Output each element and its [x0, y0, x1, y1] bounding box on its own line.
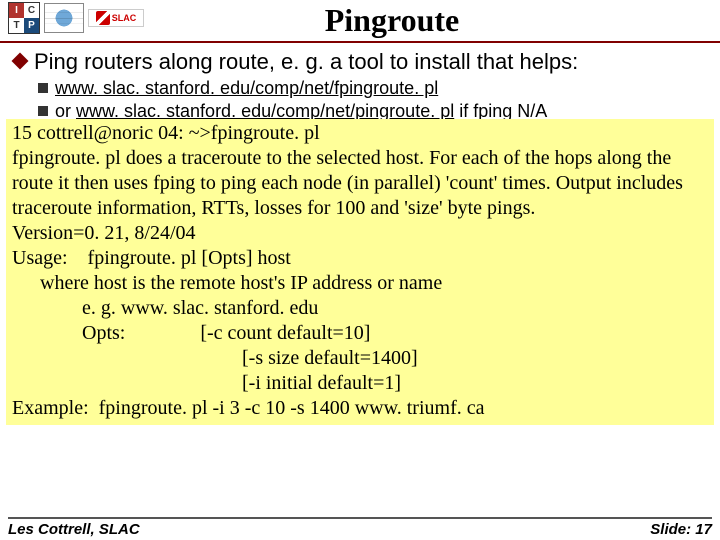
terminal-line: [-i initial default=1]	[12, 371, 708, 396]
slide-title: Pingroute	[64, 2, 720, 39]
footer-left: Les Cottrell, SLAC	[8, 521, 140, 538]
terminal-line: fpingroute. pl does a traceroute to the …	[12, 146, 708, 221]
header: ICTP SLAC Pingroute	[0, 0, 720, 39]
sub-2-prefix: or	[55, 101, 76, 121]
square-bullet-icon	[38, 106, 48, 116]
link-2[interactable]: www. slac. stanford. edu/comp/net/pingro…	[76, 101, 454, 121]
footer-right: Slide: 17	[650, 521, 712, 538]
link-1[interactable]: www. slac. stanford. edu/comp/net/fpingr…	[55, 78, 438, 98]
ictp-logo-icon: ICTP	[8, 2, 40, 34]
bullet-sub-1-text: www. slac. stanford. edu/comp/net/fpingr…	[55, 78, 438, 99]
terminal-line: Example: fpingroute. pl -i 3 -c 10 -s 14…	[12, 396, 708, 421]
terminal-line: where host is the remote host's IP addre…	[12, 271, 708, 296]
bullet-sub-1: www. slac. stanford. edu/comp/net/fpingr…	[0, 77, 720, 100]
title-divider	[0, 41, 720, 43]
sub-2-rest: if fping N/A	[454, 101, 547, 121]
globe-icon	[44, 3, 84, 33]
bullet-main-text: Ping routers along route, e. g. a tool t…	[34, 49, 578, 75]
diamond-bullet-icon	[12, 53, 29, 70]
terminal-line: Opts: [-c count default=10]	[12, 321, 708, 346]
terminal-box: 15 cottrell@noric 04: ~>fpingroute. pl f…	[6, 119, 714, 425]
terminal-line: Version=0. 21, 8/24/04	[12, 221, 708, 246]
terminal-line: e. g. www. slac. stanford. edu	[12, 296, 708, 321]
terminal-line: Usage: fpingroute. pl [Opts] host	[12, 246, 708, 271]
bullet-main: Ping routers along route, e. g. a tool t…	[0, 47, 720, 77]
terminal-line: 15 cottrell@noric 04: ~>fpingroute. pl	[12, 121, 708, 146]
square-bullet-icon	[38, 83, 48, 93]
footer: Les Cottrell, SLAC Slide: 17	[8, 517, 712, 538]
terminal-line: [-s size default=1400]	[12, 346, 708, 371]
